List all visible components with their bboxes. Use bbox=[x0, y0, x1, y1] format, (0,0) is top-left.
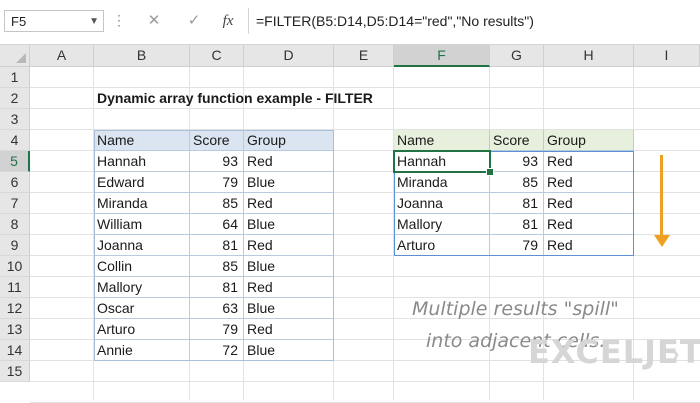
row-header-14[interactable]: 14 bbox=[0, 340, 30, 361]
source-header-cell[interactable]: Score bbox=[190, 130, 244, 151]
column-header-d[interactable]: D bbox=[244, 45, 334, 67]
source-table-cell[interactable]: Collin bbox=[94, 256, 190, 277]
row-header-3[interactable]: 3 bbox=[0, 109, 30, 130]
formula-bar-divider bbox=[248, 8, 249, 34]
column-header-b[interactable]: B bbox=[94, 45, 190, 67]
formula-bar: F5 ▼ ⋮ ✕ ✓ fx =FILTER(B5:D14,D5:D14="red… bbox=[0, 0, 700, 45]
result-table-cell[interactable]: 85 bbox=[490, 172, 544, 193]
source-table-cell[interactable]: 81 bbox=[190, 277, 244, 298]
source-table-cell[interactable]: Blue bbox=[244, 256, 334, 277]
source-table-cell[interactable]: Blue bbox=[244, 172, 334, 193]
source-table-cell[interactable]: Red bbox=[244, 235, 334, 256]
source-table-cell[interactable]: Red bbox=[244, 319, 334, 340]
result-table-cell[interactable]: 81 bbox=[490, 193, 544, 214]
column-header-i[interactable]: I bbox=[634, 45, 700, 67]
source-table-cell[interactable]: William bbox=[94, 214, 190, 235]
source-table-cell[interactable]: 79 bbox=[190, 319, 244, 340]
result-table-cell[interactable]: Miranda bbox=[394, 172, 490, 193]
active-cell-f5[interactable] bbox=[393, 150, 491, 173]
row-header-6[interactable]: 6 bbox=[0, 172, 30, 193]
source-table-cell[interactable]: Blue bbox=[244, 214, 334, 235]
row-header-9[interactable]: 9 bbox=[0, 235, 30, 256]
row-header-5[interactable]: 5 bbox=[0, 151, 30, 172]
result-table-cell[interactable]: Red bbox=[544, 193, 634, 214]
logo-chevron-icon: › bbox=[672, 341, 680, 366]
source-table-cell[interactable]: Red bbox=[244, 193, 334, 214]
select-all-icon bbox=[16, 53, 26, 63]
row-header-11[interactable]: 11 bbox=[0, 277, 30, 298]
source-table-cell[interactable]: Miranda bbox=[94, 193, 190, 214]
column-header-e[interactable]: E bbox=[334, 45, 394, 67]
result-table-cell[interactable]: 93 bbox=[490, 151, 544, 172]
source-table-cell[interactable]: 79 bbox=[190, 172, 244, 193]
source-table-cell[interactable]: 72 bbox=[190, 340, 244, 361]
gridline-horizontal bbox=[30, 381, 700, 382]
result-table-cell[interactable]: 81 bbox=[490, 214, 544, 235]
source-table-cell[interactable]: 81 bbox=[190, 235, 244, 256]
row-header-8[interactable]: 8 bbox=[0, 214, 30, 235]
more-options-icon[interactable]: ⋮ bbox=[112, 12, 127, 29]
spill-note-line1: Multiple results "spill" bbox=[412, 298, 619, 320]
insert-function-icon[interactable]: fx bbox=[214, 10, 242, 32]
result-table-cell[interactable]: Mallory bbox=[394, 214, 490, 235]
row-header-13[interactable]: 13 bbox=[0, 319, 30, 340]
row-header-10[interactable]: 10 bbox=[0, 256, 30, 277]
result-table-cell[interactable]: Red bbox=[544, 214, 634, 235]
row-header-15[interactable]: 15 bbox=[0, 361, 30, 382]
source-table-cell[interactable]: Annie bbox=[94, 340, 190, 361]
source-header-cell[interactable]: Group bbox=[244, 130, 334, 151]
row-header-4[interactable]: 4 bbox=[0, 130, 30, 151]
sheet-title: Dynamic array function example - FILTER bbox=[97, 90, 373, 106]
source-table-cell[interactable]: 85 bbox=[190, 256, 244, 277]
result-header-cell[interactable]: Name bbox=[394, 130, 490, 151]
result-table-cell[interactable]: Red bbox=[544, 172, 634, 193]
source-table-cell[interactable]: Blue bbox=[244, 340, 334, 361]
source-table-cell[interactable]: Edward bbox=[94, 172, 190, 193]
chevron-down-icon[interactable]: ▼ bbox=[89, 11, 99, 33]
source-table-cell[interactable]: 85 bbox=[190, 193, 244, 214]
source-header-cell[interactable]: Name bbox=[94, 130, 190, 151]
name-box-value: F5 bbox=[11, 14, 27, 29]
column-header-f[interactable]: F bbox=[394, 45, 490, 67]
source-table-cell[interactable]: Red bbox=[244, 277, 334, 298]
source-table-cell[interactable]: Oscar bbox=[94, 298, 190, 319]
result-table-cell[interactable]: Red bbox=[544, 235, 634, 256]
enter-icon[interactable]: ✓ bbox=[180, 10, 208, 32]
source-table-cell[interactable]: Mallory bbox=[94, 277, 190, 298]
column-header-a[interactable]: A bbox=[30, 45, 94, 67]
down-arrow-icon bbox=[654, 235, 670, 247]
result-table-cell[interactable]: Joanna bbox=[394, 193, 490, 214]
source-table-cell[interactable]: Red bbox=[244, 151, 334, 172]
row-header-1[interactable]: 1 bbox=[0, 67, 30, 88]
spill-arrow-shaft bbox=[660, 155, 663, 237]
result-header-cell[interactable]: Group bbox=[544, 130, 634, 151]
source-table-cell[interactable]: Blue bbox=[244, 298, 334, 319]
result-table-cell[interactable]: Red bbox=[544, 151, 634, 172]
formula-input[interactable]: =FILTER(B5:D14,D5:D14="red","No results"… bbox=[256, 10, 534, 32]
row-header-2[interactable]: 2 bbox=[0, 88, 30, 109]
column-header-h[interactable]: H bbox=[544, 45, 634, 67]
cancel-icon[interactable]: ✕ bbox=[140, 10, 168, 32]
source-table-cell[interactable]: Arturo bbox=[94, 319, 190, 340]
source-table-cell[interactable]: 63 bbox=[190, 298, 244, 319]
fill-handle[interactable] bbox=[486, 168, 494, 176]
result-table-cell[interactable]: 79 bbox=[490, 235, 544, 256]
source-table-cell[interactable]: Joanna bbox=[94, 235, 190, 256]
result-header-cell[interactable]: Score bbox=[490, 130, 544, 151]
row-header-12[interactable]: 12 bbox=[0, 298, 30, 319]
source-table-cell[interactable]: 64 bbox=[190, 214, 244, 235]
source-table-cell[interactable]: 93 bbox=[190, 151, 244, 172]
result-table-cell[interactable]: Arturo bbox=[394, 235, 490, 256]
row-header-7[interactable]: 7 bbox=[0, 193, 30, 214]
source-table-cell[interactable]: Hannah bbox=[94, 151, 190, 172]
column-header-g[interactable]: G bbox=[490, 45, 544, 67]
name-box[interactable]: F5 ▼ bbox=[4, 10, 104, 32]
select-all-corner[interactable] bbox=[0, 45, 30, 67]
column-header-c[interactable]: C bbox=[190, 45, 244, 67]
